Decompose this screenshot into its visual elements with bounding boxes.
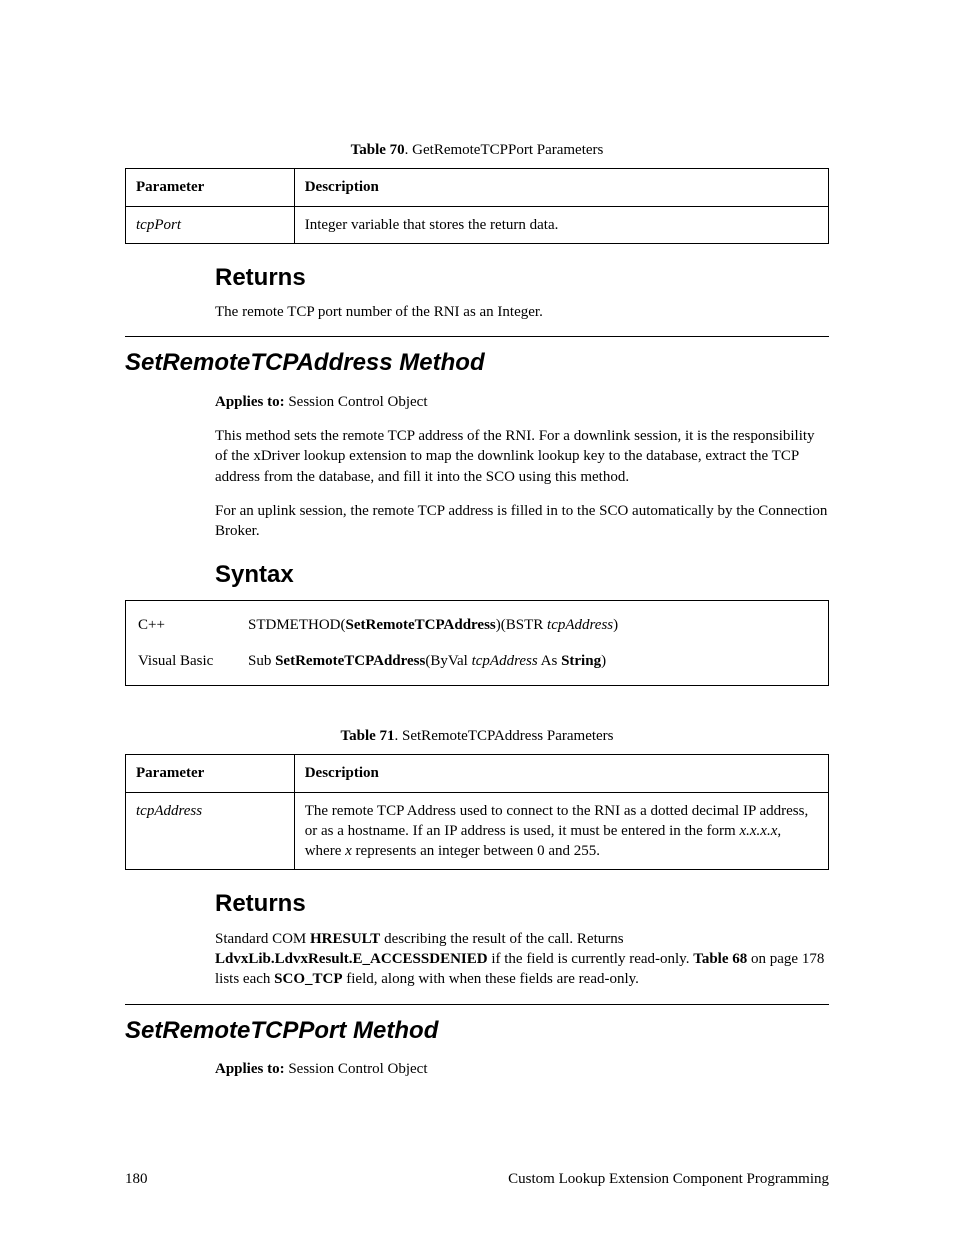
- divider: [125, 1004, 829, 1005]
- divider: [125, 336, 829, 337]
- table70-header-param: Parameter: [126, 169, 295, 206]
- table71-param: tcpAddress: [126, 792, 295, 870]
- syntax-cpp-arg: tcpAddress: [547, 617, 613, 633]
- returns2-heading: Returns: [215, 888, 829, 920]
- method2-applies-label: Applies to:: [215, 1061, 285, 1077]
- syntax-cpp-method: SetRemoteTCPAddress: [346, 617, 496, 633]
- table71-caption: Table 71. SetRemoteTCPAddress Parameters: [125, 726, 829, 746]
- returns1-heading: Returns: [215, 262, 829, 294]
- syntax-vb-mid2: As: [538, 653, 561, 669]
- table71-header-desc: Description: [294, 755, 828, 792]
- footer-title: Custom Lookup Extension Component Progra…: [508, 1169, 829, 1189]
- syntax-vb-post: ): [601, 653, 606, 669]
- syntax-vb-method: SetRemoteTCPAddress: [275, 653, 425, 669]
- syntax-cpp-label: C++: [138, 615, 248, 635]
- syntax-cpp-pre: STDMETHOD(: [248, 617, 346, 633]
- table71-desc-d: x: [345, 843, 352, 859]
- table70-caption: Table 70. GetRemoteTCPPort Parameters: [125, 140, 829, 160]
- method2-applies-value: Session Control Object: [285, 1061, 428, 1077]
- returns2-text: Standard COM HRESULT describing the resu…: [215, 929, 829, 990]
- returns2-f: Table 68: [693, 951, 747, 967]
- syntax-box: C++ STDMETHOD(SetRemoteTCPAddress)(BSTR …: [125, 600, 829, 687]
- method1-para2: For an uplink session, the remote TCP ad…: [215, 501, 829, 542]
- table71-header-param: Parameter: [126, 755, 295, 792]
- page-number: 180: [125, 1169, 148, 1189]
- table70-header-desc: Description: [294, 169, 828, 206]
- syntax-cpp-post: ): [613, 617, 618, 633]
- method1-heading: SetRemoteTCPAddress Method: [125, 347, 829, 379]
- syntax-vb-sig: Sub SetRemoteTCPAddress(ByVal tcpAddress…: [248, 651, 816, 671]
- returns2-e: if the field is currently read-only.: [488, 951, 694, 967]
- syntax-cpp-mid: )(BSTR: [496, 617, 547, 633]
- method2-applies: Applies to: Session Control Object: [215, 1059, 829, 1079]
- syntax-vb-pre1: Sub: [248, 653, 275, 669]
- returns1-text: The remote TCP port number of the RNI as…: [215, 302, 829, 322]
- returns2-a: Standard COM: [215, 931, 310, 947]
- table71-desc-e: represents an integer between 0 and 255.: [352, 843, 600, 859]
- returns2-c: describing the result of the call. Retur…: [380, 931, 623, 947]
- syntax-vb-arg: tcpAddress: [472, 653, 538, 669]
- table71-desc-a: The remote TCP Address used to connect t…: [305, 803, 809, 839]
- table71: Parameter Description tcpAddress The rem…: [125, 754, 829, 870]
- table-row: tcpPort Integer variable that stores the…: [126, 206, 829, 243]
- table70-caption-text: . GetRemoteTCPPort Parameters: [405, 142, 604, 158]
- table70-param: tcpPort: [126, 206, 295, 243]
- table71-caption-label: Table 71: [340, 728, 394, 744]
- table-row: tcpAddress The remote TCP Address used t…: [126, 792, 829, 870]
- table71-caption-text: . SetRemoteTCPAddress Parameters: [395, 728, 614, 744]
- returns2-b: HRESULT: [310, 931, 380, 947]
- method1-applies: Applies to: Session Control Object: [215, 392, 829, 412]
- method2-heading: SetRemoteTCPPort Method: [125, 1015, 829, 1047]
- table70-desc: Integer variable that stores the return …: [294, 206, 828, 243]
- method1-applies-value: Session Control Object: [285, 394, 428, 410]
- table71-desc: The remote TCP Address used to connect t…: [294, 792, 828, 870]
- syntax-cpp-row: C++ STDMETHOD(SetRemoteTCPAddress)(BSTR …: [138, 615, 816, 635]
- returns2-h: SCO_TCP: [274, 971, 342, 987]
- syntax-vb-mid1: (ByVal: [425, 653, 471, 669]
- syntax-cpp-sig: STDMETHOD(SetRemoteTCPAddress)(BSTR tcpA…: [248, 615, 816, 635]
- syntax-heading: Syntax: [215, 559, 829, 591]
- page-footer: 180 Custom Lookup Extension Component Pr…: [125, 1169, 829, 1189]
- table70-caption-label: Table 70: [351, 142, 405, 158]
- method1-para1: This method sets the remote TCP address …: [215, 426, 829, 487]
- syntax-vb-label: Visual Basic: [138, 651, 248, 671]
- method1-applies-label: Applies to:: [215, 394, 285, 410]
- table71-desc-b: x.x.x.x: [739, 823, 777, 839]
- syntax-vb-type: String: [561, 653, 601, 669]
- table70: Parameter Description tcpPort Integer va…: [125, 168, 829, 244]
- syntax-vb-row: Visual Basic Sub SetRemoteTCPAddress(ByV…: [138, 651, 816, 671]
- returns2-i: field, along with when these fields are …: [343, 971, 639, 987]
- returns2-d: LdvxLib.LdvxResult.E_ACCESSDENIED: [215, 951, 488, 967]
